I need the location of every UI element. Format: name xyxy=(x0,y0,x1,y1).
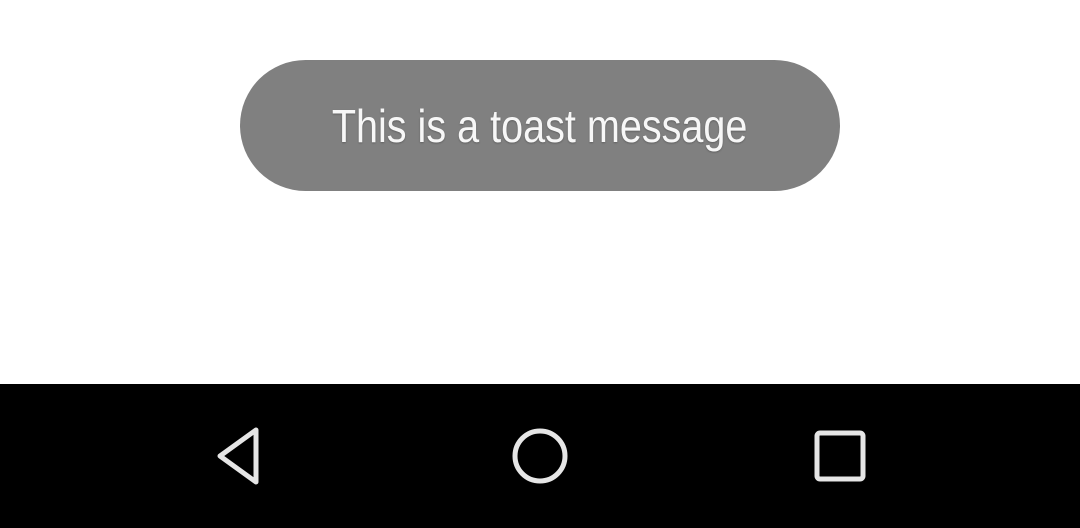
home-button[interactable] xyxy=(480,384,600,528)
toast-message: This is a toast message xyxy=(332,99,748,152)
recents-button[interactable] xyxy=(780,384,900,528)
back-button[interactable] xyxy=(180,384,300,528)
app-content: This is a toast message xyxy=(0,0,1080,384)
recents-square-icon xyxy=(814,430,866,482)
back-triangle-icon xyxy=(217,427,259,485)
home-circle-icon xyxy=(512,428,568,484)
toast: This is a toast message xyxy=(240,60,840,191)
navigation-bar xyxy=(0,384,1080,528)
